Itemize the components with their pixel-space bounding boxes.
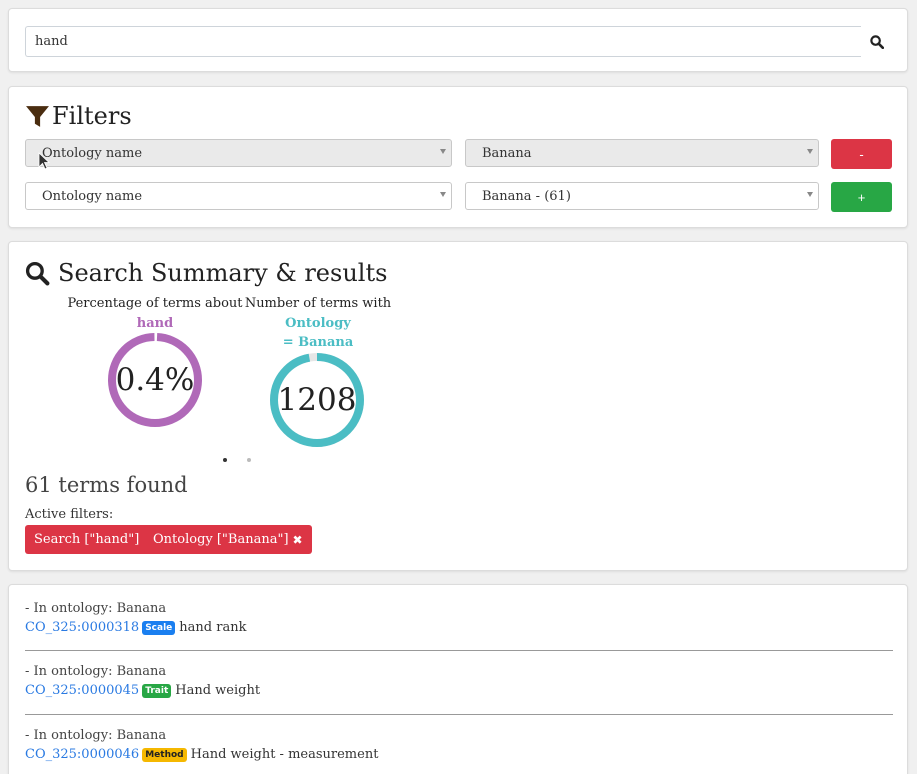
result-type-badge: Trait xyxy=(142,683,172,698)
result-id-link[interactable]: CO_325:0000046 xyxy=(25,747,139,762)
filters-title: Filters xyxy=(52,102,132,130)
result-item: - In ontology: Banana CO_325:0000045 Tra… xyxy=(25,664,893,698)
filter-row-2-field-value: Ontology name xyxy=(42,188,143,204)
result-label: hand rank xyxy=(179,620,247,635)
stat-1-caption: Percentage of terms about xyxy=(67,296,243,311)
stat-2-highlight-line-2: = Banana xyxy=(282,335,354,350)
filters-card: Filters Ontology name Banana - Ontology … xyxy=(8,86,908,228)
stat-2-highlight-line-1: Ontology xyxy=(285,316,351,331)
caret-down-icon xyxy=(440,149,446,154)
terms-found-count: 61 terms found xyxy=(25,473,188,497)
filter-row-1-field-value: Ontology name xyxy=(42,145,143,161)
result-id-link[interactable]: CO_325:0000318 xyxy=(25,620,139,635)
filter-row-1-value-select[interactable]: Banana xyxy=(465,139,819,167)
summary-title: Search Summary & results xyxy=(58,259,388,287)
stat-2-value: 1208 xyxy=(277,382,357,418)
result-divider xyxy=(25,650,893,651)
stat-1-highlight: hand xyxy=(136,316,174,331)
result-ontology: - In ontology: Banana xyxy=(25,664,167,679)
filter-row-2-value: Banana - (61) xyxy=(482,188,571,204)
summary-card: Search Summary & results Percentage of t… xyxy=(8,241,908,571)
filters-heading: Filters xyxy=(25,101,132,131)
stat-1-value: 0.4% xyxy=(115,362,195,398)
result-id-link[interactable]: CO_325:0000045 xyxy=(25,683,139,698)
result-type-badge: Scale xyxy=(142,620,176,635)
summary-heading: Search Summary & results xyxy=(25,258,387,288)
results-card: - In ontology: Banana CO_325:0000318 Sca… xyxy=(8,584,908,774)
result-label: Hand weight xyxy=(175,683,261,698)
search-input[interactable] xyxy=(25,26,861,57)
result-ontology: - In ontology: Banana xyxy=(25,601,167,616)
remove-filter-button[interactable]: - xyxy=(831,139,892,169)
mouse-cursor-icon xyxy=(38,152,50,170)
carousel-dot-2[interactable] xyxy=(247,458,251,462)
caret-down-icon xyxy=(807,192,813,197)
search-button[interactable] xyxy=(861,26,893,57)
add-filter-button[interactable]: + xyxy=(831,182,892,212)
active-filters-label: Active filters: xyxy=(25,507,114,522)
result-ontology: - In ontology: Banana xyxy=(25,728,167,743)
result-item: - In ontology: Banana CO_325:0000046 Met… xyxy=(25,728,893,762)
search-icon xyxy=(25,261,50,285)
filter-icon xyxy=(26,105,49,127)
caret-down-icon xyxy=(807,149,813,154)
search-card xyxy=(8,8,908,72)
result-label: Hand weight - measurement xyxy=(190,747,379,762)
filter-row-1-value: Banana xyxy=(482,145,532,161)
active-filter-chip-search[interactable]: Search ["hand"] ✖ xyxy=(25,525,163,554)
filter-row-2-field-select[interactable]: Ontology name xyxy=(25,182,452,210)
filter-row-1-field-select[interactable]: Ontology name xyxy=(25,139,452,167)
chip-label: Ontology ["Banana"] xyxy=(153,532,289,547)
result-item: - In ontology: Banana CO_325:0000318 Sca… xyxy=(25,601,893,635)
active-filter-chip-ontology[interactable]: Ontology ["Banana"] ✖ xyxy=(144,525,312,554)
search-icon xyxy=(870,34,884,49)
filter-row-2-value-select[interactable]: Banana - (61) xyxy=(465,182,819,210)
result-type-badge: Method xyxy=(142,747,187,762)
stat-2-caption: Number of terms with xyxy=(244,296,392,311)
caret-down-icon xyxy=(440,192,446,197)
close-icon[interactable]: ✖ xyxy=(293,533,303,547)
carousel-dot-1[interactable] xyxy=(223,458,227,462)
result-divider xyxy=(25,714,893,715)
chip-label: Search ["hand"] xyxy=(34,532,140,547)
